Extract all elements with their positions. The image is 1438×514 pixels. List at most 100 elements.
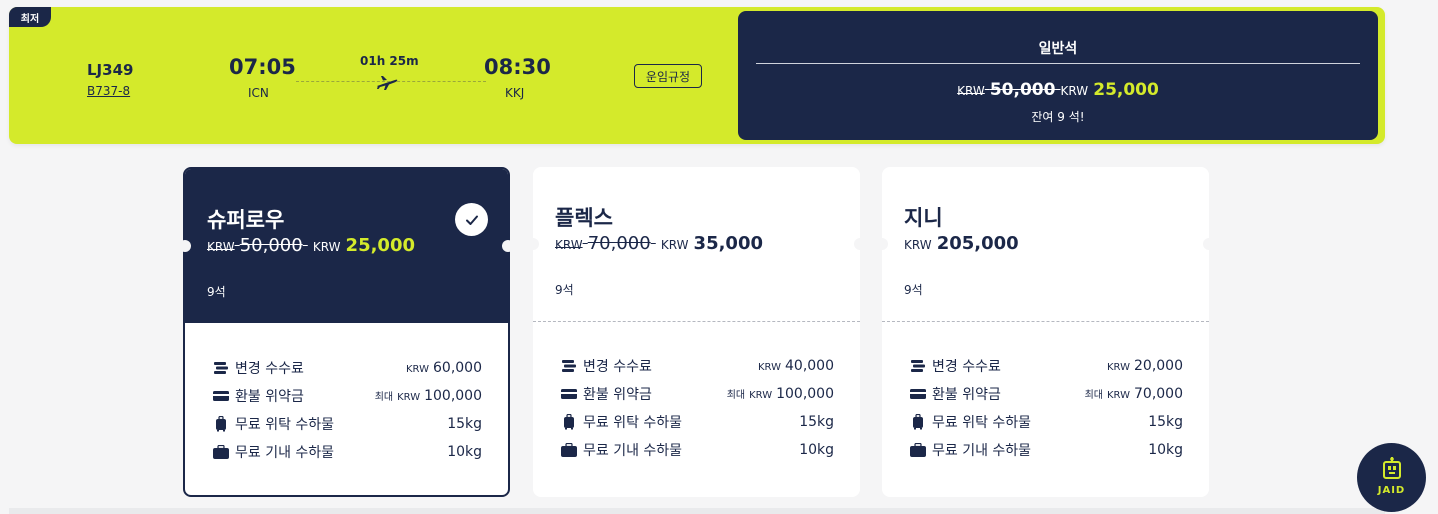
refund-max-prefix: 최대 [726,390,746,401]
change-fee-label: 변경 수수료 [235,361,304,377]
checked-bag-row: 무료 위탁 수하물 15kg [561,408,834,436]
change-fee-icon [213,360,229,376]
fare-card-header: 지니 KRW 205,000 9석 [882,167,1209,321]
checked-bag-value: 15kg [1148,414,1183,430]
refund-card-icon [910,386,926,402]
refund-fee-label: 환불 위약금 [932,387,1001,403]
refund-fee-row: 환불 위약금 최대 KRW 100,000 [561,380,834,408]
carry-on-row: 무료 기내 수하물 10kg [213,438,482,466]
aircraft-link[interactable]: B737-8 [87,84,130,98]
ticket-notch-right [854,238,866,250]
carry-on-row: 무료 기내 수하물 10kg [910,436,1183,464]
flight-summary-bar[interactable]: 최저 LJ349 B737-8 07:05 ICN 01h 25m 08:30 … [9,7,1385,144]
fare-card-header: 플렉스 KRW 70,000 KRW 35,000 9석 [533,167,860,321]
card-divider [533,321,860,322]
checked-bag-label: 무료 위탁 수하물 [932,415,1032,431]
checked-bag-row: 무료 위탁 수하물 15kg [213,410,482,438]
fare-rules-button[interactable]: 운임규정 [634,64,702,88]
fare-name: 슈퍼로우 [207,208,285,232]
refund-fee-label: 환불 위약금 [583,387,652,403]
refund-fee-amount: 100,000 [776,386,834,402]
fare-seats: 9석 [207,285,226,299]
change-fee-amount: 60,000 [433,360,482,376]
plane-icon [377,76,398,90]
checked-bag-icon [910,414,926,430]
ticket-notch-left [179,240,191,252]
fare-original-price: 70,000 [587,233,651,254]
checked-bag-icon [213,416,229,432]
change-fee-label: 변경 수수료 [932,359,1001,375]
checked-bag-value: 15kg [799,414,834,430]
change-fee-currency: KRW [406,364,429,375]
refund-fee-value: 최대 KRW 100,000 [727,386,834,402]
card-divider [882,321,1209,322]
refund-card-icon [213,388,229,404]
change-fee-row: 변경 수수료 KRW 60,000 [213,354,482,382]
fare-name: 지니 [904,206,943,230]
fare-sale-price: 205,000 [936,233,1019,254]
fare-original-currency: KRW [555,238,583,252]
lowest-price-badge: 최저 [9,7,51,27]
departure-time: 07:05 [229,55,296,79]
economy-price: KRW 50,000 KRW 25,000 [738,80,1378,100]
flight-duration: 01h 25m [360,54,419,68]
fare-sale-price: 35,000 [693,233,764,254]
arrival-time: 08:30 [484,55,551,79]
carry-on-value: 10kg [447,444,482,460]
change-fee-amount: 20,000 [1134,358,1183,374]
economy-title: 일반석 [1038,41,1078,57]
next-flight-edge [9,508,1385,514]
refund-fee-amount: 100,000 [424,388,482,404]
departure-airport: ICN [248,86,269,100]
fare-currency: KRW [312,240,341,254]
refund-fee-row: 환불 위약금 최대 KRW 100,000 [213,382,482,410]
change-fee-icon [561,358,577,374]
fare-seats: 9석 [555,283,574,297]
change-fee-value: KRW 60,000 [406,360,482,376]
fare-details: 변경 수수료 KRW 20,000 환불 위약금 최대 KRW 70,000 무료 위… [910,352,1183,464]
refund-card-icon [561,386,577,402]
change-fee-currency: KRW [1107,362,1130,373]
refund-fee-label: 환불 위약금 [235,389,304,405]
jaid-assistant-button[interactable]: JAID [1357,443,1426,512]
refund-fee-currency: KRW [397,392,421,403]
fare-card-flex[interactable]: 플렉스 KRW 70,000 KRW 35,000 9석 변경 수수료 KRW 4… [527,167,866,497]
carry-on-label: 무료 기내 수하물 [932,443,1032,459]
economy-currency: KRW [1060,84,1089,98]
change-fee-label: 변경 수수료 [583,359,652,375]
fare-seats: 9석 [904,283,923,297]
fare-price: KRW 205,000 [904,233,1019,254]
ticket-notch-right [502,240,514,252]
refund-fee-currency: KRW [1107,390,1130,401]
checked-bag-label: 무료 위탁 수하물 [583,415,683,431]
fare-card-header: 슈퍼로우 KRW 50,000 KRW 25,000 9석 [185,169,508,323]
fare-details: 변경 수수료 KRW 40,000 환불 위약금 최대 KRW 100,000 무료 … [561,352,834,464]
fare-price: KRW 50,000 KRW 25,000 [207,235,415,256]
carry-on-icon [561,442,577,458]
robot-icon [1383,457,1401,479]
check-icon [465,215,478,225]
economy-class-panel[interactable]: 일반석 KRW 50,000 KRW 25,000 잔여 9 석! [738,11,1378,140]
economy-divider [756,63,1360,64]
economy-seats-left: 잔여 9 석! [1031,110,1085,124]
fare-currency: KRW [904,238,932,252]
checked-bag-row: 무료 위탁 수하물 15kg [910,408,1183,436]
refund-fee-value: 최대 KRW 100,000 [375,388,482,404]
change-fee-value: KRW 40,000 [758,358,834,374]
fare-card-superlow[interactable]: 슈퍼로우 KRW 50,000 KRW 25,000 9석 변경 수수료 KRW… [179,167,514,497]
checked-bag-value: 15kg [447,416,482,432]
economy-sale-price: 25,000 [1093,80,1159,100]
fare-currency: KRW [660,238,689,252]
change-fee-row: 변경 수수료 KRW 20,000 [910,352,1183,380]
flight-number: LJ349 [87,61,134,79]
economy-original-currency: KRW [957,84,985,98]
refund-fee-value: 최대 KRW 70,000 [1085,386,1183,402]
fare-sale-price: 25,000 [345,235,416,256]
change-fee-value: KRW 20,000 [1107,358,1183,374]
carry-on-label: 무료 기내 수하물 [235,445,335,461]
refund-fee-amount: 70,000 [1134,386,1183,402]
carry-on-icon [213,444,229,460]
carry-on-value: 10kg [799,442,834,458]
fare-original-currency: KRW [207,240,235,254]
fare-card-genie[interactable]: 지니 KRW 205,000 9석 변경 수수료 KRW 20,000 환불 위약… [876,167,1215,497]
